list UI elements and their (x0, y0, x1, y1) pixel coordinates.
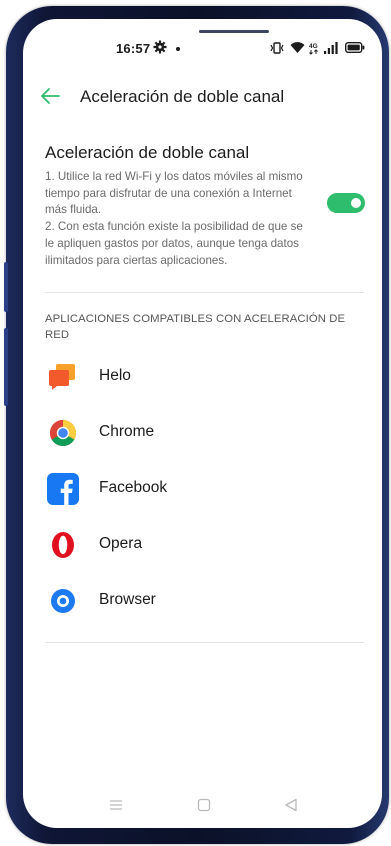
home-icon[interactable] (197, 798, 211, 812)
nav-bar (23, 791, 382, 821)
facebook-icon (47, 473, 79, 505)
gear-icon (153, 40, 167, 54)
divider (45, 292, 364, 293)
wifi-icon (290, 42, 305, 53)
data-4g-icon: 4G (309, 43, 318, 55)
app-name: Opera (99, 535, 143, 552)
app-row-helo[interactable]: Helo (23, 349, 382, 405)
svg-text:4G: 4G (309, 43, 318, 50)
back-triangle-icon[interactable] (284, 798, 298, 812)
app-row-facebook[interactable]: Facebook (23, 461, 382, 517)
apps-section-label: APLICACIONES COMPATIBLES CON ACELERACIÓN… (45, 313, 346, 341)
header: Aceleración de doble canal (23, 81, 382, 113)
app-name: Helo (99, 367, 131, 384)
app-name: Facebook (99, 479, 168, 496)
side-button-lower (4, 328, 8, 406)
feature-title: Aceleración de doble canal (45, 143, 250, 162)
page-title: Aceleración de doble canal (80, 87, 285, 106)
feature-description: 1. Utilice la red Wi-Fi y los datos móvi… (45, 170, 303, 267)
signal-icon (324, 42, 338, 54)
browser-icon (51, 589, 75, 613)
app-row-chrome[interactable]: Chrome (23, 405, 382, 461)
status-bar: 16:57 4G (23, 39, 382, 59)
phone-screen: 16:57 4G Aceleración de doble canal Acel… (23, 19, 382, 828)
earpiece (199, 30, 269, 33)
feature-section: Aceleración de doble canal 1. Utilice la… (45, 143, 375, 269)
battery-icon (345, 42, 365, 53)
app-row-opera[interactable]: Opera (23, 517, 382, 573)
helo-icon (49, 364, 75, 390)
app-name: Chrome (99, 423, 155, 440)
back-arrow-icon[interactable] (39, 86, 61, 106)
app-name: Browser (99, 591, 156, 608)
vibrate-icon (270, 42, 284, 54)
dual-channel-toggle[interactable] (327, 193, 365, 213)
opera-icon (52, 532, 74, 558)
side-button-upper (4, 262, 8, 312)
divider (45, 642, 364, 643)
status-time: 16:57 (116, 41, 151, 56)
menu-icon[interactable] (109, 798, 123, 812)
chrome-icon (49, 419, 77, 447)
app-row-browser[interactable]: Browser (23, 573, 382, 629)
toggle-knob (351, 198, 361, 208)
notification-dot-icon (176, 47, 180, 51)
